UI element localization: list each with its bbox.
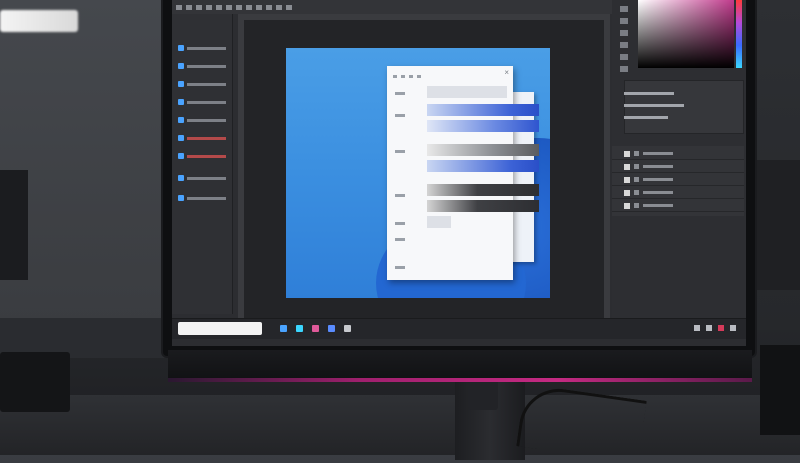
layer-row[interactable] <box>612 200 744 212</box>
tool-type[interactable] <box>178 116 226 124</box>
slider-3[interactable] <box>427 120 539 132</box>
canvas-frame: × <box>244 20 604 320</box>
brush-icon <box>178 63 184 69</box>
menu-item[interactable] <box>206 4 212 10</box>
search-input[interactable] <box>178 322 262 335</box>
menu-item[interactable] <box>176 4 182 10</box>
tool-icon[interactable] <box>620 30 628 36</box>
layer-row[interactable] <box>612 148 744 160</box>
tool-icon[interactable] <box>620 6 628 12</box>
close-icon[interactable]: × <box>504 68 509 77</box>
system-tray <box>694 325 736 331</box>
slider-5[interactable] <box>427 160 539 172</box>
layer-icon <box>178 81 184 87</box>
tool-icon[interactable] <box>620 42 628 48</box>
background-shelf <box>750 160 800 290</box>
taskbar <box>172 318 746 339</box>
eye-icon[interactable] <box>634 151 639 156</box>
menu-item[interactable] <box>276 4 282 10</box>
tool-icon[interactable] <box>620 66 628 72</box>
pointer-icon <box>178 45 184 51</box>
tool-crop[interactable] <box>178 134 226 142</box>
layer-thumb-icon <box>624 202 630 209</box>
hue-slider[interactable] <box>736 0 742 68</box>
menu-item[interactable] <box>246 4 252 10</box>
crop-icon <box>178 135 184 141</box>
tool-pointer[interactable] <box>178 44 226 52</box>
files-icon[interactable] <box>280 325 287 332</box>
layer-row[interactable] <box>612 161 744 173</box>
canvas-area: × <box>238 14 610 324</box>
store-icon[interactable] <box>312 325 319 332</box>
app-icon[interactable] <box>344 325 351 332</box>
misc-icon <box>178 175 184 181</box>
background-tv <box>0 170 28 280</box>
misc-icon <box>178 195 184 201</box>
menu-item[interactable] <box>236 4 242 10</box>
dialog-row <box>395 234 507 244</box>
battery-icon[interactable] <box>730 325 736 331</box>
menu-item[interactable] <box>266 4 272 10</box>
slider-7[interactable] <box>427 200 539 212</box>
menu-item[interactable] <box>216 4 222 10</box>
menu-item[interactable] <box>286 4 292 10</box>
notification-icon[interactable] <box>718 325 724 331</box>
color-picker[interactable] <box>638 0 734 68</box>
eye-icon[interactable] <box>634 190 639 195</box>
wifi-icon[interactable] <box>694 325 700 331</box>
layer-row[interactable] <box>612 187 744 199</box>
tool-misc[interactable] <box>178 174 226 182</box>
layers-panel <box>612 146 744 216</box>
layer-thumb-icon <box>624 189 630 196</box>
menu-item[interactable] <box>226 4 232 10</box>
menu-item[interactable] <box>256 4 262 10</box>
dialog-row <box>395 218 507 228</box>
adjustment-dialog: × <box>387 66 539 280</box>
browser-icon[interactable] <box>296 325 303 332</box>
tool-icon[interactable] <box>620 18 628 24</box>
type-icon <box>178 117 184 123</box>
menu-item[interactable] <box>186 4 192 10</box>
slider-4[interactable] <box>427 144 539 156</box>
ceiling-light <box>0 10 78 32</box>
dialog-title <box>393 72 507 80</box>
slider-8[interactable] <box>427 216 451 228</box>
layer-thumb-icon <box>624 176 630 183</box>
slider-6[interactable] <box>427 184 539 196</box>
eraser-icon <box>178 99 184 105</box>
right-panel <box>612 0 746 324</box>
dialog-row <box>395 262 507 272</box>
eye-icon[interactable] <box>634 177 639 182</box>
monitor-rgb-glow <box>168 378 752 382</box>
tools-panel <box>172 14 233 314</box>
monitor-screen: × <box>172 0 746 346</box>
layer-row[interactable] <box>612 174 744 186</box>
menu-item[interactable] <box>196 4 202 10</box>
room-wall <box>0 0 170 330</box>
layer-thumb-icon <box>624 150 630 157</box>
slider-1[interactable] <box>427 86 507 98</box>
eye-icon[interactable] <box>634 203 639 208</box>
tool-eraser[interactable] <box>178 98 226 106</box>
tool-icon[interactable] <box>620 54 628 60</box>
layer-thumb-icon <box>624 163 630 170</box>
mail-icon[interactable] <box>328 325 335 332</box>
adjust-icon <box>178 153 184 159</box>
slider-2[interactable] <box>427 104 539 116</box>
tool-layer[interactable] <box>178 80 226 88</box>
tool-misc-2[interactable] <box>178 194 226 202</box>
speaker-left <box>0 352 70 412</box>
properties-panel <box>624 80 744 134</box>
monitor-stand-clip <box>468 380 498 410</box>
tool-extra[interactable] <box>178 152 226 160</box>
eye-icon[interactable] <box>634 164 639 169</box>
speaker-right <box>760 345 800 435</box>
tool-brush[interactable] <box>178 62 226 70</box>
volume-icon[interactable] <box>706 325 712 331</box>
desk-surface <box>0 395 800 455</box>
